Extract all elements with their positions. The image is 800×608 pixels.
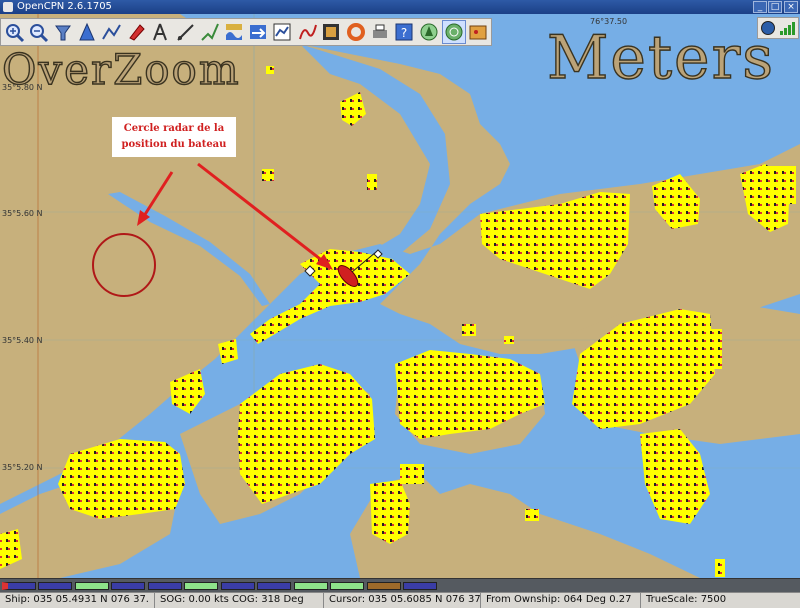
toolbar-button[interactable] <box>2 20 25 44</box>
chart-bar-key[interactable] <box>367 582 401 590</box>
color-scheme-icon <box>323 24 340 40</box>
title-bar: OpenCPN 2.6.1705 _ □ × <box>0 0 800 14</box>
lon-label: 76°37.50 <box>590 17 628 26</box>
ship-position: Ship: 035 05.4931 N 076 37. <box>0 593 155 608</box>
nautical-chart <box>0 14 800 578</box>
toolbar-button[interactable] <box>368 20 391 44</box>
toolbar-button[interactable] <box>441 20 466 44</box>
close-button[interactable]: × <box>784 1 798 13</box>
toolbar-button[interactable] <box>75 20 98 44</box>
toolbar-button[interactable] <box>271 20 294 44</box>
compass-icon[interactable] <box>760 21 775 35</box>
chart-bar-key[interactable] <box>75 582 109 590</box>
chart-canvas[interactable] <box>0 14 800 578</box>
ownship-bearing: From Ownship: 064 Deg 0.27 <box>481 593 641 608</box>
lat-label: 35°5.60 N <box>2 209 43 218</box>
settings-icon <box>129 24 145 41</box>
current-icon <box>249 25 266 39</box>
maximize-button[interactable]: □ <box>768 1 782 13</box>
toolbar-button[interactable] <box>197 20 220 44</box>
chart-bar-key[interactable] <box>111 582 145 590</box>
chart-bar <box>0 578 800 592</box>
toolbar-button[interactable] <box>222 20 245 44</box>
zoom-in-icon <box>5 24 24 43</box>
help-icon: ? <box>395 23 413 41</box>
toolbar-button[interactable] <box>100 20 123 44</box>
measure-icon <box>176 24 194 41</box>
plugin-icon <box>469 25 487 40</box>
toolbar-button[interactable] <box>417 20 440 44</box>
toolbar-button[interactable] <box>173 20 196 44</box>
track-icon <box>298 24 317 40</box>
cursor-position: Cursor: 035 05.6085 N 076 37. <box>324 593 481 608</box>
chart-bar-key[interactable] <box>38 582 72 590</box>
route-icon <box>102 24 122 40</box>
annotation-line-1: Cercle radar de la <box>123 123 225 134</box>
ais-icon <box>420 23 438 41</box>
follow-ship-icon <box>79 22 95 41</box>
radar-icon <box>445 23 463 41</box>
toolbar-button[interactable] <box>149 20 172 44</box>
svg-text:?: ? <box>401 26 407 40</box>
chart-bar-key[interactable] <box>148 582 182 590</box>
lat-label: 35°5.40 N <box>2 336 43 345</box>
minimize-button[interactable]: _ <box>753 1 767 13</box>
status-bar: Ship: 035 05.4931 N 076 37. SOG: 0.00 kt… <box>0 592 800 608</box>
zoom-out-icon <box>30 24 49 43</box>
app-logo-icon <box>3 2 13 12</box>
toolbar-button[interactable] <box>467 20 490 44</box>
secondary-toolbar <box>757 17 799 39</box>
chart-bar-key[interactable] <box>403 582 437 590</box>
shift-up-icon <box>54 25 71 41</box>
toolbar-button[interactable] <box>124 20 147 44</box>
toolbar-button[interactable] <box>26 20 49 44</box>
print-icon <box>373 24 388 38</box>
annotation-callout: Cercle radar de la position du bateau <box>112 117 236 157</box>
chart-bar-key[interactable] <box>257 582 291 590</box>
route-manager-icon <box>273 23 291 41</box>
main-toolbar: ? <box>0 18 492 46</box>
true-scale: TrueScale: 7500 <box>646 594 727 605</box>
toolbar-button[interactable] <box>295 20 318 44</box>
window-title: OpenCPN 2.6.1705 <box>17 1 112 12</box>
text-icon <box>153 23 168 41</box>
toolbar-button[interactable] <box>344 20 367 44</box>
depth-units-indicator: Meters <box>546 23 776 93</box>
gps-signal-icon <box>780 21 796 35</box>
mob-icon <box>346 23 365 41</box>
chart-bar-key[interactable] <box>330 582 364 590</box>
chart-bar-key[interactable] <box>184 582 218 590</box>
toolbar-button[interactable] <box>51 20 74 44</box>
lat-label: 35°5.80 N <box>2 83 43 92</box>
lat-label: 35°5.20 N <box>2 463 43 472</box>
toolbar-button[interactable]: ? <box>393 20 416 44</box>
tide-icon <box>225 24 242 40</box>
chart-bar-key[interactable] <box>221 582 255 590</box>
toolbar-button[interactable] <box>246 20 269 44</box>
annotation-line-2: position du bateau <box>121 139 227 150</box>
chart-bar-key[interactable] <box>294 582 328 590</box>
chart-bar-key[interactable] <box>2 582 36 590</box>
toolbar-button[interactable] <box>319 20 342 44</box>
sog-cog: SOG: 0.00 kts COG: 318 Deg <box>155 593 324 608</box>
mark-icon <box>201 23 219 41</box>
